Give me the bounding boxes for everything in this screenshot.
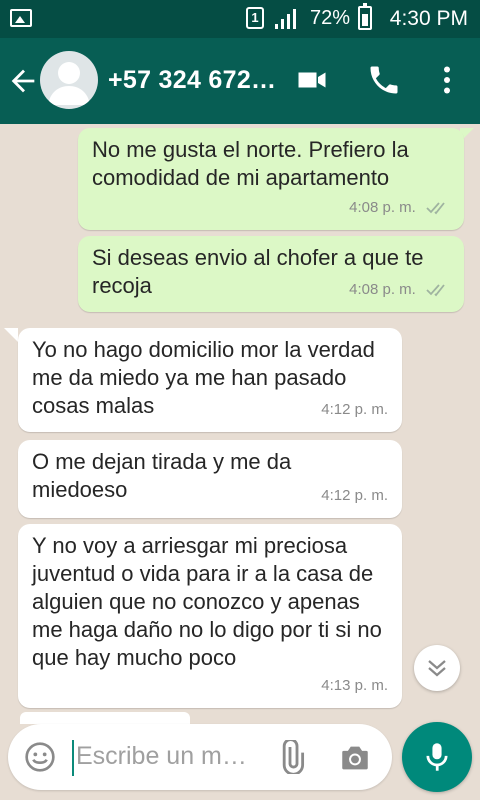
incoming-message[interactable]: O me dejan tirada y me da miedoeso 4:12 … — [18, 440, 402, 518]
message-composer[interactable]: Escribe un m… — [8, 724, 392, 790]
voice-message-button[interactable] — [402, 722, 472, 792]
voice-call-icon[interactable] — [366, 62, 402, 98]
message-time: 4:08 p. m. — [349, 199, 416, 216]
outgoing-message[interactable]: No me gusta el norte. Prefiero la comodi… — [78, 128, 464, 230]
more-options-icon[interactable] — [429, 62, 465, 98]
message-text: Y no voy a arriesgar mi preciosa juventu… — [32, 533, 382, 670]
message-meta: 4:08 p. m. — [349, 276, 450, 304]
message-input[interactable]: Escribe un m… — [76, 742, 247, 771]
back-arrow-icon[interactable] — [6, 64, 40, 98]
scroll-to-bottom-button[interactable] — [414, 645, 460, 691]
text-caret — [72, 740, 74, 776]
message-time: 4:08 p. m. — [349, 281, 416, 298]
contact-avatar[interactable] — [40, 51, 98, 109]
message-list[interactable]: No me gusta el norte. Prefiero la comodi… — [0, 124, 480, 720]
read-ticks-icon — [426, 202, 445, 215]
status-clock: 4:30 PM — [389, 7, 468, 30]
video-call-icon[interactable] — [294, 62, 330, 98]
default-avatar-icon — [48, 62, 90, 105]
message-text: No me gusta el norte. Prefiero la comodi… — [92, 137, 409, 190]
incoming-message[interactable]: Y no voy a arriesgar mi preciosa juventu… — [18, 524, 402, 708]
incoming-message[interactable]: Yo no hago domicilio mor la verdad me da… — [18, 328, 402, 432]
contact-name[interactable]: +57 324 672… — [108, 66, 276, 95]
gallery-notification-icon — [10, 9, 32, 27]
double-chevron-down-icon — [428, 660, 446, 677]
message-meta: 4:08 p. m. — [349, 194, 450, 222]
message-time: 4:13 p. m. — [321, 677, 388, 694]
outgoing-message[interactable]: Si deseas envio al chofer a que te recoj… — [78, 236, 464, 312]
battery-percent: 72% — [310, 7, 351, 29]
message-text: O me dejan tirada y me da miedoeso — [32, 449, 292, 502]
microphone-icon — [426, 743, 448, 771]
paperclip-icon[interactable] — [274, 740, 308, 774]
emoji-icon[interactable] — [24, 741, 56, 773]
status-bar: 1 72% 4:30 PM — [0, 0, 480, 38]
bubble-tail — [4, 328, 18, 342]
camera-icon[interactable] — [338, 741, 372, 775]
message-time: 4:12 p. m. — [321, 401, 388, 418]
partial-message — [20, 712, 190, 724]
battery-icon — [358, 3, 372, 30]
sim-indicator: 1 — [246, 7, 264, 29]
message-time: 4:12 p. m. — [321, 487, 388, 504]
signal-icon — [275, 9, 296, 29]
chat-header: +57 324 672… — [0, 38, 480, 124]
read-ticks-icon — [426, 284, 445, 297]
